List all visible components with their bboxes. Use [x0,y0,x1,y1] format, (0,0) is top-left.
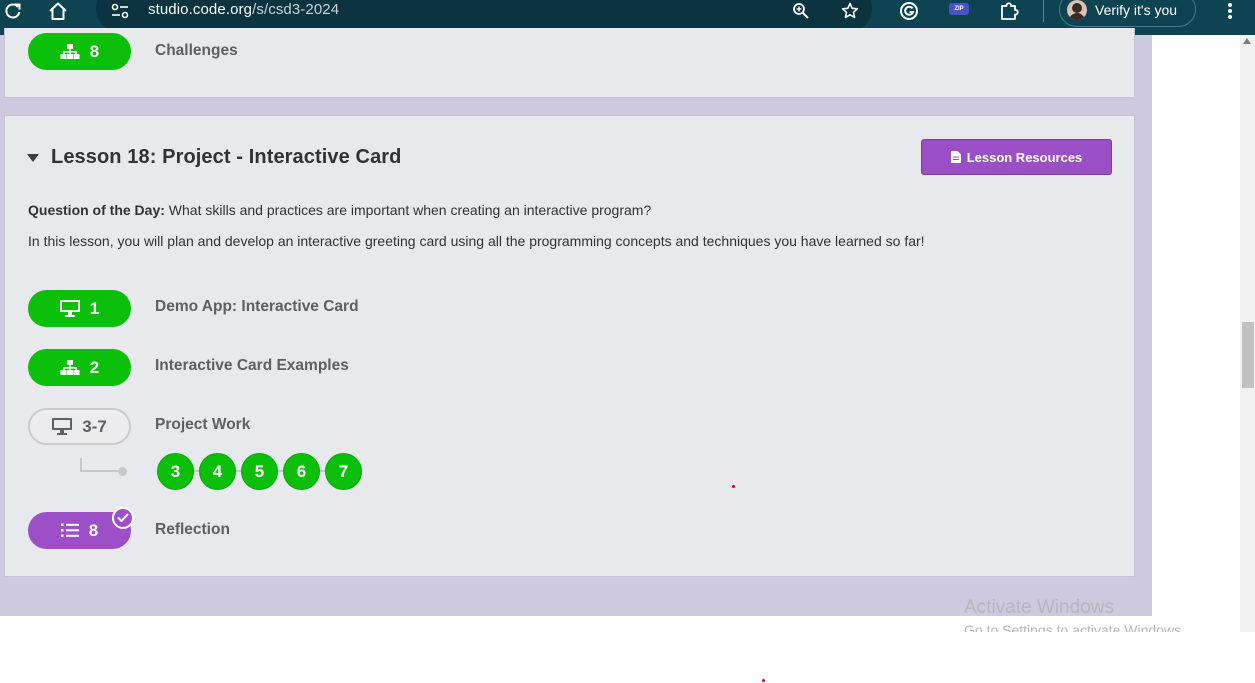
reload-icon[interactable] [2,0,24,22]
cursor-dot [762,679,765,682]
site-info-icon[interactable] [108,0,132,22]
sitemap-icon [60,359,80,375]
level-name-3-7[interactable]: Project Work [155,416,250,434]
lesson-title[interactable]: Lesson 18: Project - Interactive Card [51,146,402,169]
sublevel-bubble-5[interactable]: 5 [241,453,278,490]
toolbar-divider [1043,0,1044,22]
sublevel-bubble-4[interactable]: 4 [199,453,236,490]
lesson-resources-label: Lesson Resources [966,149,1083,165]
level-number: 2 [89,357,100,377]
grammarly-icon[interactable] [897,0,921,22]
question-of-the-day: Question of the Day: What skills and pra… [28,202,651,218]
question-prefix: Question of the Day: [28,202,165,218]
extensions-icon[interactable] [997,0,1021,22]
zoom-icon[interactable] [790,0,812,22]
collapse-caret-icon[interactable] [27,154,39,162]
home-icon[interactable] [46,0,70,22]
list-icon [60,523,79,537]
level-name-1[interactable]: Demo App: Interactive Card [155,298,359,316]
sublevel-connector [80,470,120,472]
question-text: What skills and practices are important … [168,202,652,218]
lesson-resources-button[interactable]: Lesson Resources [921,139,1112,175]
sublevel-connector-dot [118,467,127,476]
sublevel-bubble-6[interactable]: 6 [283,453,320,490]
level-name-8[interactable]: Reflection [155,521,230,539]
level-name-2[interactable]: Interactive Card Examples [155,357,349,375]
monitor-icon [59,300,80,317]
avatar [1067,0,1087,20]
level-number: 3-7 [82,416,107,436]
sublevel-bubbles: 3 4 5 6 7 [157,453,362,490]
document-icon [950,151,961,163]
menu-icon[interactable] [1220,0,1240,22]
bookmark-star-icon[interactable] [839,0,861,22]
level-name-challenges[interactable]: Challenges [155,42,238,60]
zip-extension-icon[interactable]: ZIP [949,3,969,15]
sublevel-bubble-3[interactable]: 3 [157,453,194,490]
level-number: 8 [88,520,99,540]
url-path: /s/csd3-2024 [252,1,340,18]
level-pill-challenges[interactable]: 8 [28,33,131,70]
url-host: studio.code.org [148,1,253,18]
checkmark-icon [112,507,134,529]
level-pill-3-7[interactable]: 3-7 [28,408,131,445]
profile-label: Verify it's you [1095,2,1178,18]
level-pill-2[interactable]: 2 [28,349,131,386]
url-text[interactable]: studio.code.org/s/csd3-2024 [148,1,339,18]
cursor-dot [732,485,735,488]
previous-lesson-card [4,28,1135,98]
zip-label: ZIP [954,6,964,12]
sublevel-bubble-7[interactable]: 7 [325,453,362,490]
scroll-up-arrow[interactable] [1243,38,1251,44]
level-number: 1 [89,298,100,318]
scrollbar-thumb[interactable] [1242,322,1254,388]
activate-windows-subtitle: Go to Settings to activate Windows. [964,622,1185,632]
monitor-icon [52,418,73,435]
lesson-card [4,115,1135,577]
activate-windows-title: Activate Windows [964,597,1114,618]
sitemap-icon [60,43,80,59]
level-number: 8 [89,41,100,61]
level-pill-1[interactable]: 1 [28,290,131,327]
lesson-overview: In this lesson, you will plan and develo… [28,233,925,249]
